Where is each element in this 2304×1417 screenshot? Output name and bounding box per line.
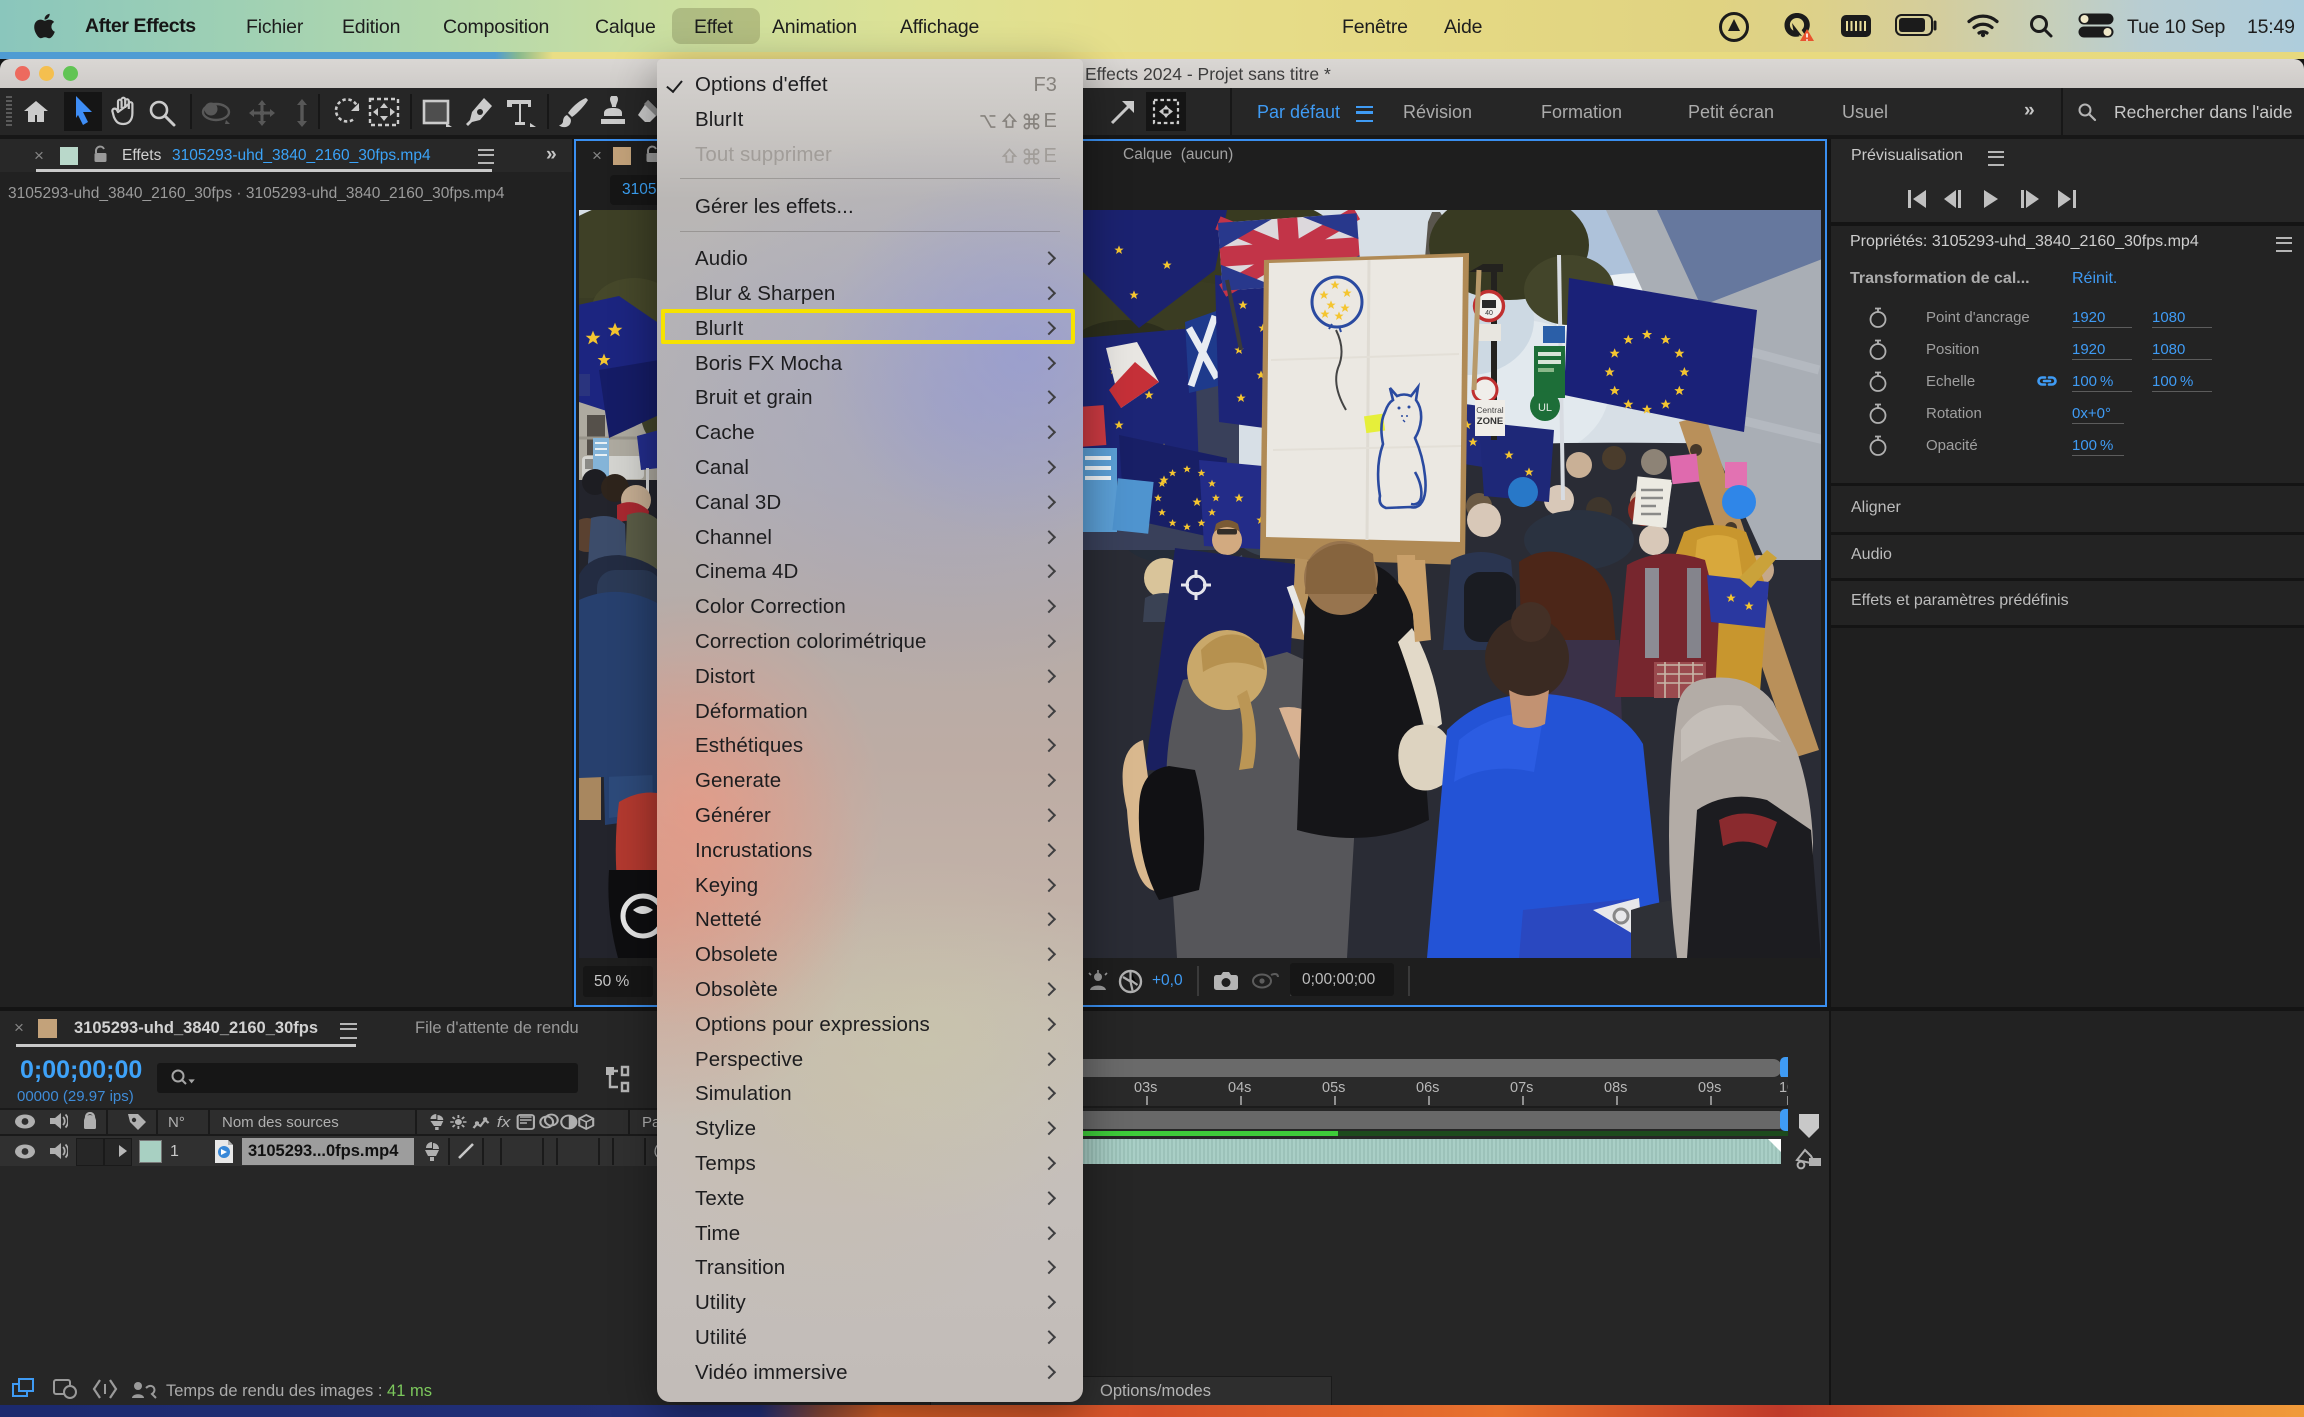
svg-text:UL: UL <box>1538 402 1552 414</box>
svg-text:fx: fx <box>497 1114 511 1131</box>
svg-text:Central: Central <box>1476 405 1504 415</box>
svg-text:40: 40 <box>1485 310 1493 317</box>
svg-text:ZONE: ZONE <box>1477 416 1503 427</box>
